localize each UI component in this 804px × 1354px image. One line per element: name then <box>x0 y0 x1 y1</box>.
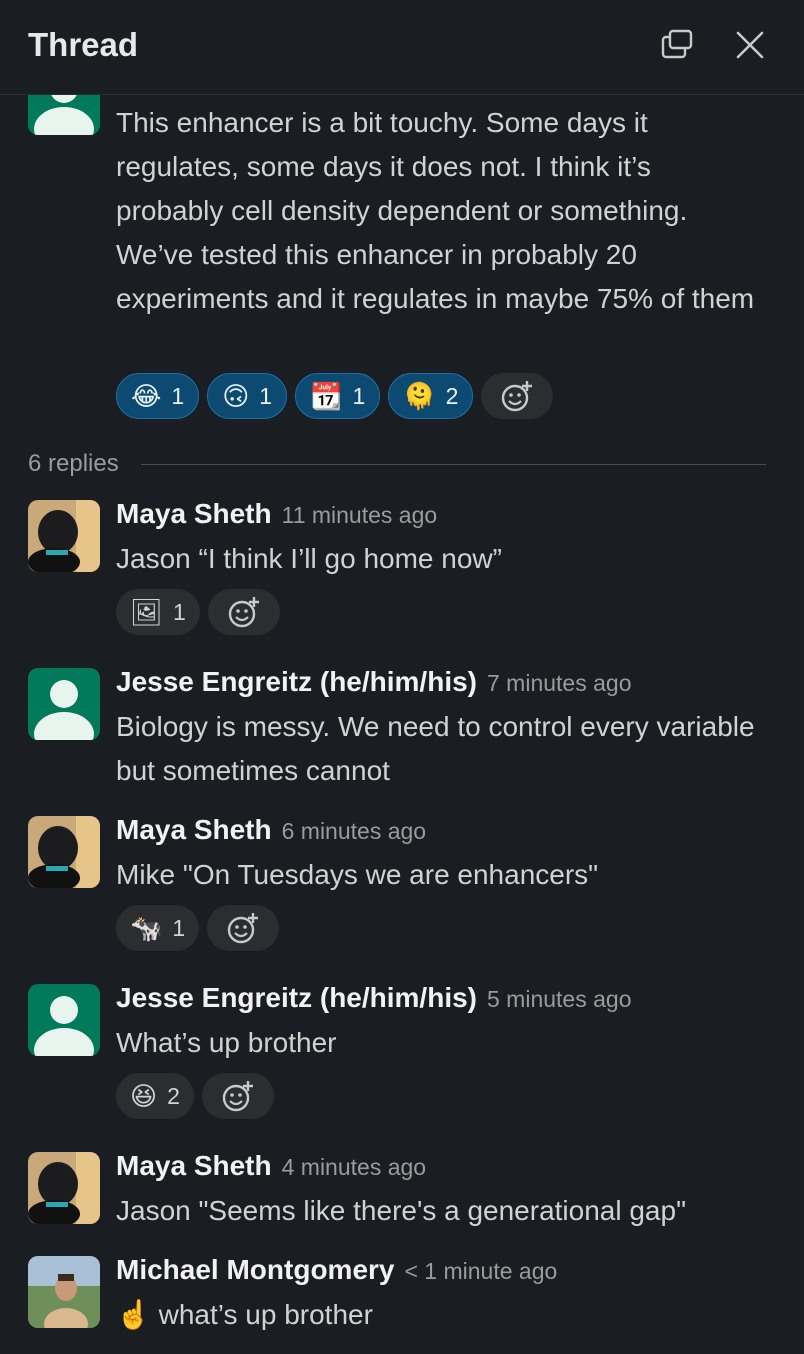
avatar[interactable] <box>28 816 100 888</box>
add-reaction-icon <box>227 913 259 944</box>
parent-message-text: This enhancer is a bit touchy. Some days… <box>116 107 755 314</box>
replies-divider: 6 replies <box>28 450 766 478</box>
reaction-chip[interactable]: 😂 1 <box>116 373 200 419</box>
message-author[interactable]: Jesse Engreitz (he/him/his) 5 minutes ago <box>116 982 631 1014</box>
close-icon[interactable] <box>733 28 767 62</box>
user-placeholder-icon <box>34 680 94 740</box>
joy-emoji-icon: 😂 <box>131 381 162 411</box>
reaction-chip[interactable]: 🫠 2 <box>388 373 474 419</box>
message-text: ☝️ what’s up brother <box>116 1299 373 1330</box>
add-reaction-icon <box>228 597 259 628</box>
message-reactions: 🐄 1 <box>116 905 280 951</box>
melting-face-emoji-icon: 🫠 <box>403 381 436 411</box>
message-reactions: 🖼 1 <box>116 589 280 635</box>
add-reaction-icon <box>222 1081 253 1112</box>
add-reaction-button[interactable] <box>207 589 280 635</box>
message-timestamp[interactable]: 5 minutes ago <box>487 986 631 1012</box>
message-author[interactable]: Maya Sheth 11 minutes ago <box>116 498 437 530</box>
reaction-chip[interactable]: 🖼 1 <box>116 589 200 635</box>
message-timestamp[interactable]: 7 minutes ago <box>487 670 631 696</box>
message-timestamp[interactable]: < 1 minute ago <box>404 1258 557 1284</box>
avatar[interactable] <box>28 95 100 135</box>
user-placeholder-icon <box>34 996 94 1056</box>
message-text: Biology is messy. We need to control eve… <box>116 711 755 786</box>
add-reaction-icon <box>502 381 533 412</box>
reaction-chip[interactable]: 🐄 1 <box>116 905 200 951</box>
thread-header: Thread <box>0 0 804 95</box>
message-timestamp[interactable]: 4 minutes ago <box>282 1154 426 1180</box>
message-text: Jason "Seems like there's a generational… <box>116 1195 687 1226</box>
reaction-chip[interactable]: 🙃 1 <box>207 373 288 419</box>
replies-count: 6 replies <box>28 450 119 477</box>
open-in-window-icon[interactable] <box>660 28 694 62</box>
laughing-emoji-icon: 😆 <box>130 1081 158 1111</box>
reaction-count: 1 <box>352 382 366 409</box>
reaction-count: 2 <box>445 382 459 409</box>
add-reaction-button[interactable] <box>481 373 554 419</box>
message-author[interactable]: Michael Montgomery < 1 minute ago <box>116 1254 557 1286</box>
divider-line <box>140 463 766 465</box>
message-reactions: 😆 2 <box>116 1073 274 1119</box>
calendar-emoji-icon: 📆 <box>310 381 343 411</box>
author-name[interactable]: Maya Sheth <box>116 1150 272 1181</box>
avatar[interactable] <box>28 668 100 740</box>
author-name[interactable]: Jesse Engreitz (he/him/his) <box>116 982 477 1013</box>
message-author[interactable]: Maya Sheth 6 minutes ago <box>116 814 426 846</box>
author-name[interactable]: Jesse Engreitz (he/him/his) <box>116 666 477 697</box>
avatar[interactable] <box>28 984 100 1056</box>
message-timestamp[interactable]: 6 minutes ago <box>282 818 426 844</box>
add-reaction-button[interactable] <box>201 1073 274 1119</box>
user-placeholder-icon <box>34 95 94 135</box>
add-reaction-button[interactable] <box>207 905 280 951</box>
author-name[interactable]: Michael Montgomery <box>116 1254 394 1285</box>
author-name[interactable]: Maya Sheth <box>116 498 272 529</box>
avatar[interactable] <box>28 1152 100 1224</box>
person-photo-avatar-image <box>28 1256 100 1328</box>
reaction-chip[interactable]: 📆 1 <box>295 373 381 419</box>
author-name[interactable]: Maya Sheth <box>116 814 272 845</box>
parent-reactions: 😂 1 🙃 1 📆 1 🫠 2 <box>116 373 554 419</box>
message-timestamp[interactable]: 11 minutes ago <box>282 502 438 528</box>
reaction-count: 1 <box>171 382 185 409</box>
message-text: Mike "On Tuesdays we are enhancers" <box>116 859 599 890</box>
thread-scroll-area[interactable]: This enhancer is a bit touchy. Some days… <box>0 95 804 1354</box>
message-author[interactable]: Jesse Engreitz (he/him/his) 7 minutes ago <box>116 666 631 698</box>
reaction-chip[interactable]: 😆 2 <box>116 1073 194 1119</box>
message-author[interactable]: Maya Sheth 4 minutes ago <box>116 1150 426 1182</box>
message-text: What’s up brother <box>116 1027 337 1058</box>
dog-avatar-image <box>28 1152 100 1224</box>
dog-avatar-image <box>28 500 100 572</box>
dog-avatar-image <box>28 816 100 888</box>
reaction-count: 2 <box>167 1082 180 1109</box>
upside-down-face-emoji-icon: 🙃 <box>222 381 250 411</box>
custom-image-emoji-icon: 🖼 <box>130 597 164 627</box>
reaction-count: 1 <box>259 382 273 409</box>
avatar[interactable] <box>28 500 100 572</box>
reaction-count: 1 <box>173 598 186 625</box>
thread-title: Thread <box>28 26 139 63</box>
cow-emoji-icon: 🐄 <box>130 913 163 943</box>
message-text: Jason “I think I’ll go home now” <box>116 543 502 574</box>
avatar[interactable] <box>28 1256 100 1328</box>
reaction-count: 1 <box>172 914 186 941</box>
